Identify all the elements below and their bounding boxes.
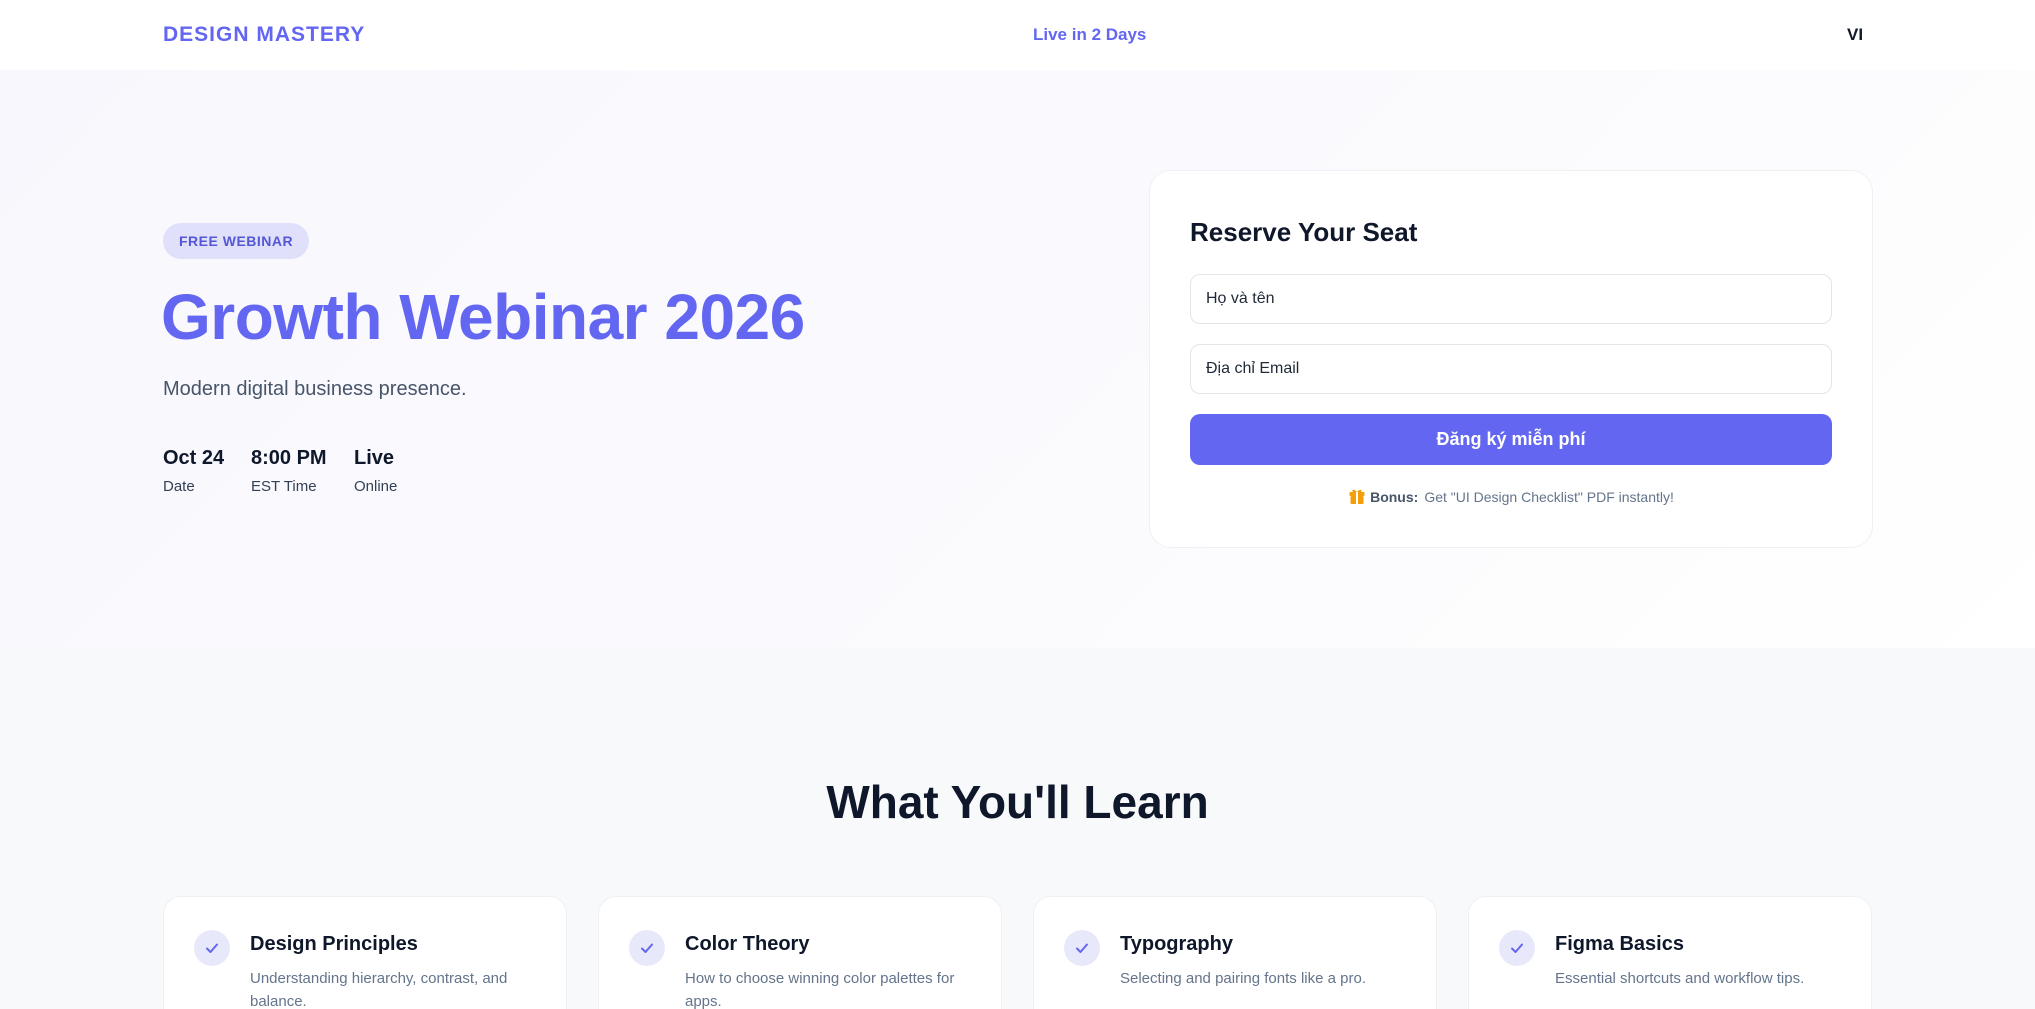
bonus-text: Get "UI Design Checklist" PDF instantly! xyxy=(1424,489,1674,505)
name-input[interactable] xyxy=(1190,274,1832,324)
learn-title: What You'll Learn xyxy=(826,776,1209,828)
registration-title: Reserve Your Seat xyxy=(1190,217,1418,247)
feature-description: How to choose winning color palettes for… xyxy=(685,970,955,1009)
feature-title: Typography xyxy=(1120,933,1233,955)
meta-time: 8:00 PM EST Time xyxy=(251,447,327,495)
bonus-label: Bonus: xyxy=(1370,489,1419,505)
meta-format: Live Online xyxy=(354,447,397,495)
language-switcher[interactable]: VI xyxy=(1847,25,1863,45)
check-icon xyxy=(1064,930,1100,966)
check-icon xyxy=(1499,930,1535,966)
feature-card: Color Theory How to choose winning color… xyxy=(598,896,1002,1009)
feature-card: Figma Basics Essential shortcuts and wor… xyxy=(1468,896,1872,1009)
hero-title: Growth Webinar 2026 xyxy=(161,281,805,353)
feature-title: Color Theory xyxy=(685,933,810,955)
gift-icon xyxy=(1348,487,1366,505)
top-bar: DESIGN MASTERY Live in 2 Days VI xyxy=(0,0,2035,70)
countdown-label: Live in 2 Days xyxy=(1033,25,1147,44)
feature-title: Design Principles xyxy=(250,933,418,955)
feature-description: Selecting and pairing fonts like a pro. xyxy=(1120,970,1366,987)
meta-format-value: Live xyxy=(354,447,395,469)
email-input[interactable] xyxy=(1190,344,1832,394)
meta-format-label: Online xyxy=(354,478,398,495)
register-button[interactable]: Đăng ký miễn phí xyxy=(1190,414,1832,465)
feature-title: Figma Basics xyxy=(1555,933,1684,955)
feature-card: Design Principles Understanding hierarch… xyxy=(163,896,567,1009)
meta-time-value: 8:00 PM xyxy=(251,447,327,469)
webinar-badge: FREE WEBINAR xyxy=(163,223,310,259)
feature-description: Understanding hierarchy, contrast, and b… xyxy=(250,970,508,1009)
registration-card: Reserve Your Seat Đăng ký miễn phí Bonus… xyxy=(1149,170,1873,548)
feature-description: Essential shortcuts and workflow tips. xyxy=(1555,970,1805,987)
brand-logo[interactable]: DESIGN MASTERY xyxy=(163,23,365,47)
hero-subtitle: Modern digital business presence. xyxy=(163,378,467,400)
check-icon xyxy=(194,930,230,966)
check-icon xyxy=(629,930,665,966)
meta-date-value: Oct 24 xyxy=(163,447,225,469)
bonus-note: Bonus: Get "UI Design Checklist" PDF inst… xyxy=(1150,487,1872,505)
feature-card: Typography Selecting and pairing fonts l… xyxy=(1033,896,1437,1009)
meta-time-label: EST Time xyxy=(251,478,317,495)
meta-date-label: Date xyxy=(163,478,195,495)
meta-date: Oct 24 Date xyxy=(163,447,224,495)
